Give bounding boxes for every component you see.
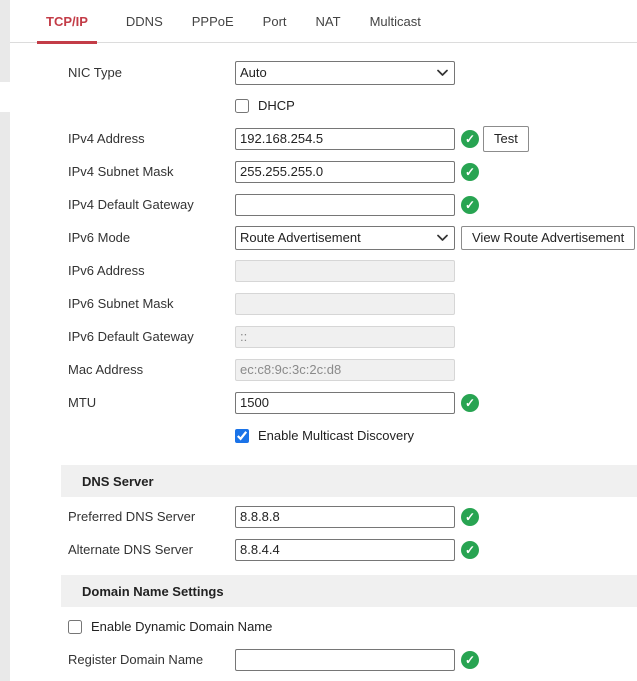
sidebar-active-item-gap	[0, 82, 10, 112]
ipv4-gateway-label: IPv4 Default Gateway	[68, 197, 235, 212]
settings-panel: TCP/IP DDNS PPPoE Port NAT Multicast NIC…	[10, 0, 637, 681]
ipv6-gateway-label: IPv6 Default Gateway	[68, 329, 235, 344]
multicast-discovery-label: Enable Multicast Discovery	[258, 428, 414, 443]
ipv4-address-input[interactable]	[235, 128, 455, 150]
enable-ddns-row: Enable Dynamic Domain Name	[68, 610, 637, 643]
ipv4-subnet-row: IPv4 Subnet Mask ✓	[68, 155, 637, 188]
mac-address-input	[235, 359, 455, 381]
ipv4-address-label: IPv4 Address	[68, 131, 235, 146]
multicast-discovery-checkbox[interactable]	[235, 429, 249, 443]
valid-check-icon: ✓	[461, 163, 479, 181]
dhcp-row: DHCP	[68, 89, 637, 122]
ipv6-subnet-row: IPv6 Subnet Mask	[68, 287, 637, 320]
tab-port[interactable]: Port	[263, 0, 287, 42]
valid-check-icon: ✓	[461, 651, 479, 669]
valid-check-icon: ✓	[461, 130, 479, 148]
ipv4-subnet-input[interactable]	[235, 161, 455, 183]
tab-pppoe[interactable]: PPPoE	[192, 0, 234, 42]
ipv4-gateway-row: IPv4 Default Gateway ✓	[68, 188, 637, 221]
test-button[interactable]: Test	[483, 126, 529, 152]
register-domain-row: Register Domain Name ✓	[68, 643, 637, 676]
register-domain-label: Register Domain Name	[68, 652, 235, 667]
tab-tcpip[interactable]: TCP/IP	[37, 0, 97, 42]
ipv6-mode-row: IPv6 Mode Route Advertisement View Route…	[68, 221, 637, 254]
ipv6-mode-label: IPv6 Mode	[68, 230, 235, 245]
ipv6-subnet-label: IPv6 Subnet Mask	[68, 296, 235, 311]
ipv6-gateway-input	[235, 326, 455, 348]
ipv6-subnet-input	[235, 293, 455, 315]
domain-name-header-text: Domain Name Settings	[82, 584, 224, 599]
tab-nat[interactable]: NAT	[316, 0, 341, 42]
nic-type-select[interactable]: Auto	[235, 61, 455, 85]
tab-bar: TCP/IP DDNS PPPoE Port NAT Multicast	[10, 0, 637, 43]
ipv6-address-row: IPv6 Address	[68, 254, 637, 287]
enable-ddns-label: Enable Dynamic Domain Name	[91, 619, 272, 634]
tab-multicast[interactable]: Multicast	[370, 0, 421, 42]
dns-server-section-header: DNS Server	[61, 465, 637, 497]
register-domain-input[interactable]	[235, 649, 455, 671]
ipv6-address-label: IPv6 Address	[68, 263, 235, 278]
ipv4-address-row: IPv4 Address ✓ Test	[68, 122, 637, 155]
mtu-input[interactable]	[235, 392, 455, 414]
valid-check-icon: ✓	[461, 394, 479, 412]
valid-check-icon: ✓	[461, 541, 479, 559]
ipv6-gateway-row: IPv6 Default Gateway	[68, 320, 637, 353]
mac-address-row: Mac Address	[68, 353, 637, 386]
alternate-dns-label: Alternate DNS Server	[68, 542, 235, 557]
mtu-row: MTU ✓	[68, 386, 637, 419]
ipv6-address-input	[235, 260, 455, 282]
preferred-dns-label: Preferred DNS Server	[68, 509, 235, 524]
tcpip-form: NIC Type Auto DHCP IPv4 Address ✓ Test I…	[10, 43, 637, 676]
mac-address-label: Mac Address	[68, 362, 235, 377]
multicast-discovery-row: Enable Multicast Discovery	[68, 419, 637, 452]
preferred-dns-input[interactable]	[235, 506, 455, 528]
enable-ddns-checkbox[interactable]	[68, 620, 82, 634]
ipv4-subnet-label: IPv4 Subnet Mask	[68, 164, 235, 179]
view-route-advertisement-button[interactable]: View Route Advertisement	[461, 226, 635, 250]
valid-check-icon: ✓	[461, 196, 479, 214]
nic-type-label: NIC Type	[68, 65, 235, 80]
valid-check-icon: ✓	[461, 508, 479, 526]
ipv6-mode-select[interactable]: Route Advertisement	[235, 226, 455, 250]
dns-server-header-text: DNS Server	[82, 474, 154, 489]
nic-type-row: NIC Type Auto	[68, 56, 637, 89]
dhcp-checkbox[interactable]	[235, 99, 249, 113]
ipv4-gateway-input[interactable]	[235, 194, 455, 216]
alternate-dns-row: Alternate DNS Server ✓	[68, 533, 637, 566]
domain-name-section-header: Domain Name Settings	[61, 575, 637, 607]
mtu-label: MTU	[68, 395, 235, 410]
alternate-dns-input[interactable]	[235, 539, 455, 561]
preferred-dns-row: Preferred DNS Server ✓	[68, 500, 637, 533]
dhcp-label: DHCP	[258, 98, 295, 113]
tab-ddns[interactable]: DDNS	[126, 0, 163, 42]
